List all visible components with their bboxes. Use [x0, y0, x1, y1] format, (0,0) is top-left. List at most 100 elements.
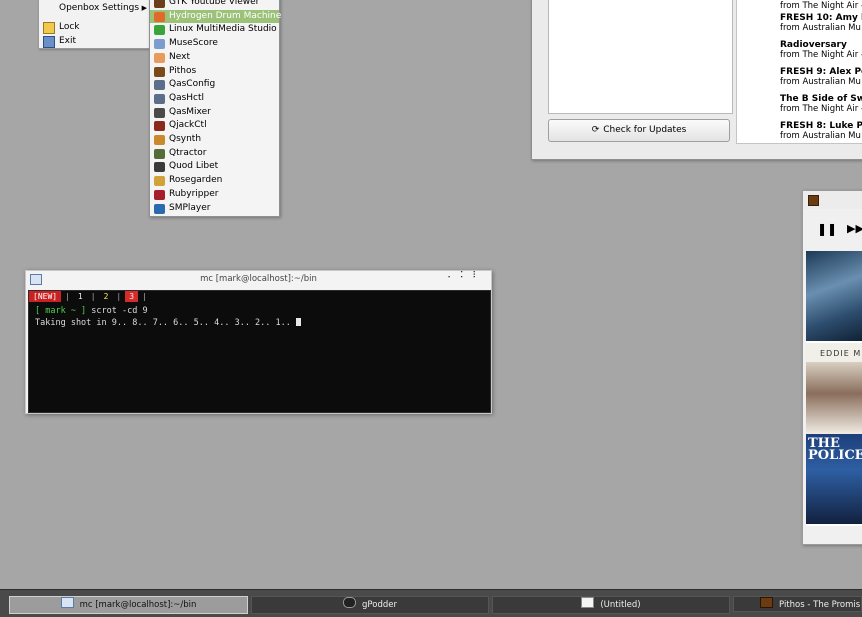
album-art[interactable] [806, 251, 862, 343]
text-cursor [296, 318, 301, 326]
taskbar-item-pithos[interactable]: Pithos - The Promis [733, 596, 862, 612]
submenu-item-label: Hydrogen Drum Machine [169, 10, 282, 21]
refresh-icon: ⟳ [591, 125, 600, 135]
submenu-item-qashctl[interactable]: QasHctl [150, 92, 279, 106]
submenu-item-quod-libet[interactable]: Quod Libet [150, 160, 279, 174]
feed-item-title: FRESH 10: Amy l [780, 13, 862, 23]
submenu-item-qjackctl[interactable]: QjackCtl [150, 119, 279, 133]
qtractor-icon [154, 148, 165, 159]
lmms-icon [154, 25, 165, 36]
pithos-icon [760, 597, 773, 608]
channel-list[interactable] [548, 0, 733, 114]
menu-item-lock[interactable]: Lock [39, 20, 151, 34]
skip-button[interactable]: ▶▶ [847, 222, 862, 235]
task-label: (Untitled) [600, 600, 641, 610]
pithos-window: ❚❚ ▶▶ EDDIE M THE POLICE [802, 190, 862, 545]
feed-item-title: FRESH 8: Luke Pa [780, 121, 862, 131]
submenu-item-rubyripper[interactable]: Rubyripper [150, 188, 279, 202]
menu-item-label: Exit [59, 36, 77, 46]
text-editor-icon [581, 597, 595, 608]
submenu-item-label: QasMixer [169, 106, 211, 117]
submenu-item-qasconfig[interactable]: QasConfig [150, 78, 279, 92]
menu-item-label: Lock [59, 22, 80, 32]
submenu-item-smplayer[interactable]: SMPlayer [150, 202, 279, 216]
qsynth-icon [154, 135, 165, 145]
album-art[interactable]: EDDIE M [806, 344, 862, 436]
smplayer-icon [154, 203, 165, 214]
podcast-window: ⟳ Check for Updates from The Night Air - F… [531, 0, 862, 160]
taskbar-item-text-editor[interactable]: (Untitled) [492, 596, 730, 614]
feed-item[interactable]: from The Night Air - [780, 1, 862, 11]
youtube-viewer-icon [154, 0, 165, 8]
episode-feed-list[interactable]: from The Night Air - FRESH 10: Amy l from … [736, 0, 862, 144]
gpodder-icon [343, 597, 357, 608]
feed-item[interactable]: The B Side of Sw from The Night Air - [780, 94, 862, 114]
feed-item-source: from Australian Mu [780, 23, 861, 33]
feed-item[interactable]: Radioversary from The Night Air - [780, 40, 862, 60]
qasmixer-icon [154, 107, 165, 118]
feed-item[interactable]: FRESH 10: Amy l from Australian Mu [780, 13, 862, 33]
qashctl-icon [154, 93, 165, 104]
check-for-updates-button[interactable]: ⟳ Check for Updates [548, 119, 730, 142]
submenu-item-rosegarden[interactable]: Rosegarden [150, 174, 279, 188]
next-icon [154, 52, 165, 63]
output-line: Taking shot in 9.. 8.. 7.. 6.. 5.. 4.. 3… [35, 318, 301, 328]
pause-button[interactable]: ❚❚ [817, 222, 837, 236]
submenu-item-pithos[interactable]: Pithos [150, 65, 279, 79]
feed-item-title: Radioversary [780, 40, 847, 50]
submenu-item-linux-multimedia-studio[interactable]: Linux MultiMedia Studio [150, 23, 279, 37]
tab-new[interactable]: [NEW] [29, 291, 62, 302]
feed-item-source: from The Night Air - [780, 50, 862, 60]
terminal-window: mc [mark@localhost]:~/bin ⠄⠅⠇ [NEW] | 1 | 2 |… [25, 270, 492, 414]
terminal-icon [30, 274, 42, 285]
taskbar-item-terminal[interactable]: mc [mark@localhost]:~/bin [9, 596, 248, 614]
submenu-item-musescore[interactable]: MuseScore [150, 37, 279, 51]
submenu-item-label: Quod Libet [169, 161, 219, 172]
submenu-item-label: Rosegarden [169, 175, 223, 186]
submenu-item-gtk-youtube-viewer[interactable]: GTK Youtube Viewer [150, 0, 279, 10]
task-label: Pithos - The Promis [779, 600, 861, 610]
quodlibet-icon [154, 162, 165, 173]
menu-item-openbox-settings[interactable]: Openbox Settings ▶ [39, 1, 151, 15]
album-art[interactable]: THE POLICE [806, 434, 862, 526]
command-output: Taking shot in 9.. 8.. 7.. 6.. 5.. 4.. 3… [35, 318, 296, 328]
feed-item-title: The B Side of Sw [780, 94, 862, 104]
feed-item[interactable]: FRESH 8: Luke Pa from Australian Mu [780, 121, 862, 141]
rosegarden-icon [154, 176, 165, 187]
menu-item-label: Openbox Settings [59, 3, 140, 13]
rubyripper-icon [154, 189, 165, 200]
submenu-item-label: QasHctl [169, 92, 205, 103]
submenu-arrow-icon: ▶ [141, 4, 147, 12]
submenu-item-hydrogen-drum-machine[interactable]: Hydrogen Drum Machine [150, 9, 282, 24]
feed-item-source: from Australian Mu [780, 131, 861, 141]
submenu-item-label: Qtractor [169, 147, 207, 158]
submenu-item-qsynth[interactable]: Qsynth [150, 133, 279, 147]
submenu-item-qtractor[interactable]: Qtractor [150, 147, 279, 161]
qjackctl-icon [154, 121, 165, 132]
submenu-item-next[interactable]: Next [150, 51, 279, 65]
submenu-item-label: MuseScore [169, 38, 218, 49]
shell-prompt: [ mark ~ ] [35, 306, 87, 316]
pithos-icon [808, 195, 819, 206]
feed-item-source: from Australian Mu [780, 77, 861, 87]
taskbar-item-gpodder[interactable]: gPodder [251, 596, 489, 614]
qasconfig-icon [154, 80, 165, 91]
submenu-item-label: Linux MultiMedia Studio [169, 24, 277, 35]
window-controls[interactable]: ⠄⠅⠇ [447, 271, 485, 281]
feed-item-source: from The Night Air - [780, 104, 862, 114]
musescore-icon [154, 39, 165, 50]
album-art-text: THE POLICE [808, 436, 862, 463]
pithos-icon [154, 66, 165, 77]
menu-item-exit[interactable]: Exit [39, 34, 151, 48]
tab-3[interactable]: 3 [125, 291, 139, 302]
submenu-item-qasmixer[interactable]: QasMixer [150, 106, 279, 120]
feed-item-title: FRESH 9: Alex Po [780, 67, 862, 77]
terminal-screen[interactable]: [NEW] | 1 | 2 | 3 | [ mark ~ ] scrot -cd 9 Taki… [28, 290, 491, 413]
tab-1[interactable]: 1 [74, 291, 87, 302]
command-line: [ mark ~ ] scrot -cd 9 [35, 306, 148, 316]
submenu-item-label: Qsynth [169, 134, 202, 144]
tab-2[interactable]: 2 [100, 291, 113, 302]
submenu-item-label: GTK Youtube Viewer [169, 0, 260, 7]
feed-item[interactable]: FRESH 9: Alex Po from Australian Mu [780, 67, 862, 87]
submenu-item-label: QjackCtl [169, 120, 207, 131]
